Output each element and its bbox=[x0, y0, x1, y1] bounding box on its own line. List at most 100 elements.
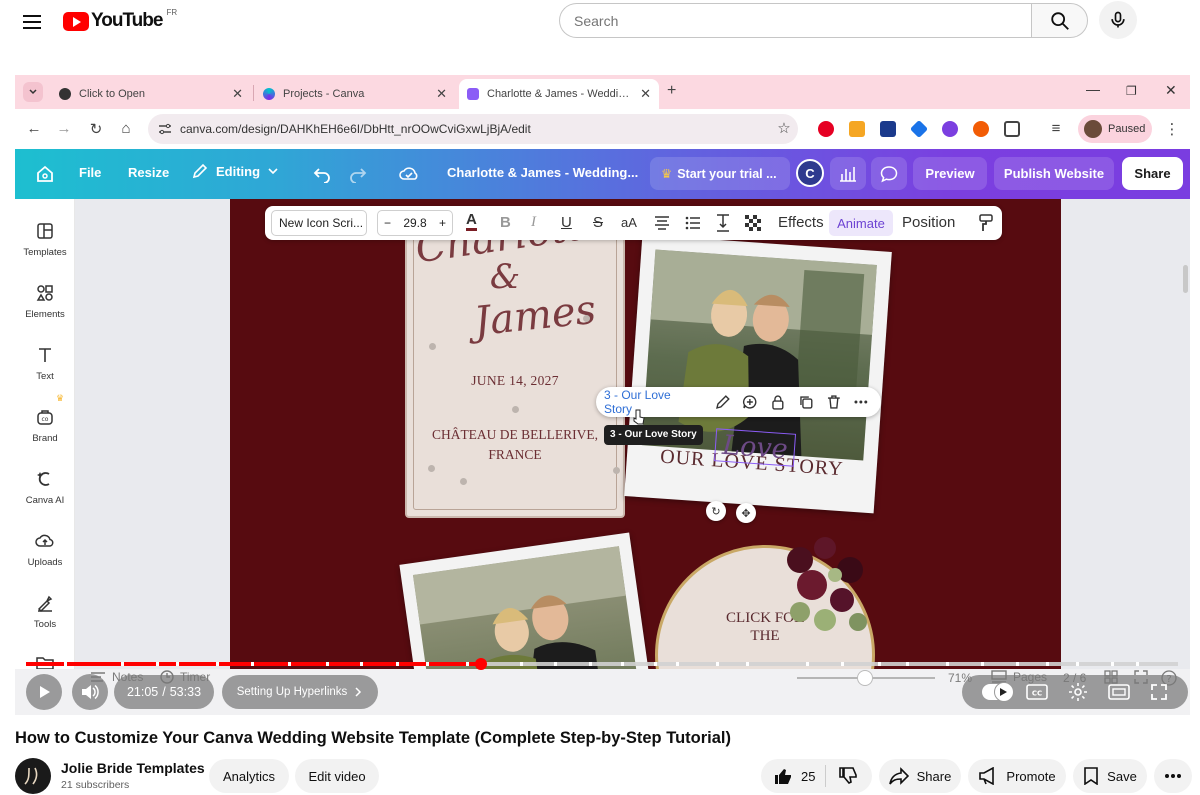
rail-item-templates[interactable]: Templates bbox=[15, 221, 75, 258]
increase-size-button[interactable]: + bbox=[439, 216, 446, 230]
close-tab-icon[interactable]: ✕ bbox=[232, 86, 243, 102]
share-button[interactable]: Share bbox=[879, 759, 961, 793]
cloud-saved-icon[interactable] bbox=[399, 164, 419, 182]
font-size-stepper[interactable]: − 29.8 + bbox=[377, 210, 453, 236]
search-input[interactable] bbox=[559, 3, 1032, 38]
more-actions-button[interactable] bbox=[1154, 759, 1192, 793]
rail-item-canva-ai[interactable]: Canva AI bbox=[15, 469, 75, 506]
fullscreen-icon[interactable] bbox=[1150, 683, 1168, 701]
animate-button[interactable]: Animate bbox=[829, 210, 893, 236]
document-title[interactable]: Charlotte & James - Wedding... bbox=[447, 165, 638, 180]
captions-icon[interactable]: CC bbox=[1026, 684, 1048, 700]
rail-item-uploads[interactable]: Uploads bbox=[15, 531, 75, 568]
search-button[interactable] bbox=[1031, 3, 1088, 38]
more-vertical-icon[interactable]: ⋮ bbox=[1163, 120, 1181, 138]
close-tab-icon[interactable]: ✕ bbox=[640, 86, 651, 102]
file-menu[interactable]: File bbox=[79, 165, 101, 180]
list-icon[interactable] bbox=[685, 216, 701, 230]
drive-extension-icon[interactable] bbox=[909, 119, 929, 139]
menu-icon[interactable] bbox=[20, 10, 44, 34]
promote-button[interactable]: Promote bbox=[968, 759, 1066, 793]
youtube-logo[interactable]: YouTube FR bbox=[63, 8, 177, 34]
rail-item-tools[interactable]: Tools bbox=[15, 593, 75, 630]
publish-website-button[interactable]: Publish Website bbox=[994, 157, 1114, 190]
copy-style-icon[interactable] bbox=[978, 214, 994, 232]
pinterest-extension-icon[interactable] bbox=[818, 121, 834, 137]
more-horizontal-icon[interactable] bbox=[853, 394, 869, 410]
trash-icon[interactable] bbox=[826, 394, 842, 410]
tab-search-button[interactable] bbox=[23, 82, 43, 102]
undo-icon[interactable] bbox=[313, 165, 331, 183]
letter-case-button[interactable]: aA bbox=[621, 215, 637, 230]
preview-button[interactable]: Preview bbox=[913, 157, 987, 190]
editing-mode-menu[interactable]: Editing bbox=[192, 163, 279, 179]
rotate-handle-icon[interactable]: ↻ bbox=[706, 501, 726, 521]
analytics-button[interactable]: Analytics bbox=[209, 759, 289, 793]
zoom-slider[interactable] bbox=[797, 670, 935, 686]
volume-button[interactable] bbox=[72, 674, 108, 710]
edit-video-button[interactable]: Edit video bbox=[295, 759, 379, 793]
color-extension-icon[interactable] bbox=[942, 121, 958, 137]
extensions-puzzle-icon[interactable] bbox=[1004, 121, 1020, 137]
close-window-button[interactable]: ✕ bbox=[1165, 82, 1177, 99]
add-comment-icon[interactable] bbox=[742, 394, 758, 410]
link-target[interactable]: 3 - Our Love Story bbox=[596, 388, 701, 416]
italic-icon[interactable]: I bbox=[531, 214, 536, 231]
duplicate-icon[interactable] bbox=[798, 394, 814, 410]
font-family-select[interactable]: New Icon Scri... bbox=[271, 210, 367, 236]
browser-tab-click-to-open[interactable]: Click to Open ✕ bbox=[51, 79, 251, 109]
chapter-button[interactable]: Setting Up Hyperlinks bbox=[222, 675, 378, 709]
forward-arrow-icon[interactable]: → bbox=[55, 120, 73, 138]
position-button[interactable]: Position bbox=[902, 214, 955, 231]
resize-menu[interactable]: Resize bbox=[128, 165, 169, 180]
comments-button[interactable] bbox=[871, 157, 907, 190]
align-center-icon[interactable] bbox=[654, 216, 670, 230]
rss-extension-icon[interactable] bbox=[849, 121, 865, 137]
theater-mode-icon[interactable] bbox=[1108, 684, 1130, 700]
card-venue[interactable]: CHÂTEAU DE BELLERIVE, FRANCE bbox=[405, 425, 625, 465]
profile-chip[interactable]: Paused bbox=[1078, 115, 1152, 143]
flower-bouquet[interactable] bbox=[770, 530, 880, 645]
extension-icon[interactable] bbox=[880, 121, 896, 137]
bold-icon[interactable]: B bbox=[500, 214, 511, 231]
settings-gear-icon[interactable] bbox=[1068, 682, 1088, 702]
love-script-selected[interactable]: Love bbox=[713, 428, 797, 467]
font-size-value[interactable]: 29.8 bbox=[403, 216, 426, 230]
play-button[interactable] bbox=[26, 674, 62, 710]
dislike-button[interactable] bbox=[826, 766, 858, 786]
restore-window-button[interactable]: ❐ bbox=[1126, 84, 1137, 98]
channel-name[interactable]: Jolie Bride Templates bbox=[61, 760, 205, 776]
voice-search-button[interactable] bbox=[1099, 1, 1137, 39]
video-progress-bar[interactable] bbox=[26, 658, 1178, 670]
close-tab-icon[interactable]: ✕ bbox=[436, 86, 447, 102]
home-icon[interactable]: ⌂ bbox=[117, 120, 135, 138]
insights-button[interactable] bbox=[830, 157, 866, 190]
reading-list-icon[interactable]: ≡ bbox=[1047, 120, 1065, 138]
decrease-size-button[interactable]: − bbox=[384, 216, 391, 230]
transparency-icon[interactable] bbox=[745, 215, 761, 231]
browser-tab-charlotte-james[interactable]: Charlotte & James - Wedding W ✕ bbox=[459, 79, 659, 109]
progress-scrubber[interactable] bbox=[475, 658, 487, 670]
rail-item-elements[interactable]: Elements bbox=[15, 283, 75, 320]
save-button[interactable]: Save bbox=[1073, 759, 1147, 793]
minimize-window-button[interactable]: — bbox=[1086, 81, 1100, 97]
lock-icon[interactable] bbox=[770, 394, 786, 410]
text-color-icon[interactable]: A bbox=[466, 212, 477, 231]
share-button[interactable]: Share bbox=[1122, 157, 1183, 190]
redo-icon[interactable] bbox=[349, 165, 367, 183]
start-trial-button[interactable]: ♛ Start your trial ... bbox=[650, 157, 790, 190]
browser-tab-projects[interactable]: Projects - Canva ✕ bbox=[255, 79, 455, 109]
video-player[interactable]: Click to Open ✕ Projects - Canva ✕ Charl… bbox=[15, 75, 1190, 715]
extension-icon[interactable] bbox=[973, 121, 989, 137]
channel-avatar[interactable] bbox=[15, 758, 51, 794]
line-spacing-icon[interactable] bbox=[715, 214, 731, 232]
autoplay-toggle[interactable] bbox=[982, 682, 1014, 702]
strikethrough-icon[interactable]: S bbox=[593, 214, 603, 231]
effects-button[interactable]: Effects bbox=[778, 214, 824, 231]
rail-item-brand[interactable]: co Brand ♛ bbox=[15, 393, 75, 444]
edit-link-icon[interactable] bbox=[715, 394, 731, 410]
underline-icon[interactable]: U bbox=[561, 214, 572, 231]
home-icon[interactable] bbox=[36, 165, 54, 183]
canvas-scrollbar[interactable] bbox=[1183, 265, 1188, 293]
reload-icon[interactable]: ↻ bbox=[87, 120, 105, 138]
